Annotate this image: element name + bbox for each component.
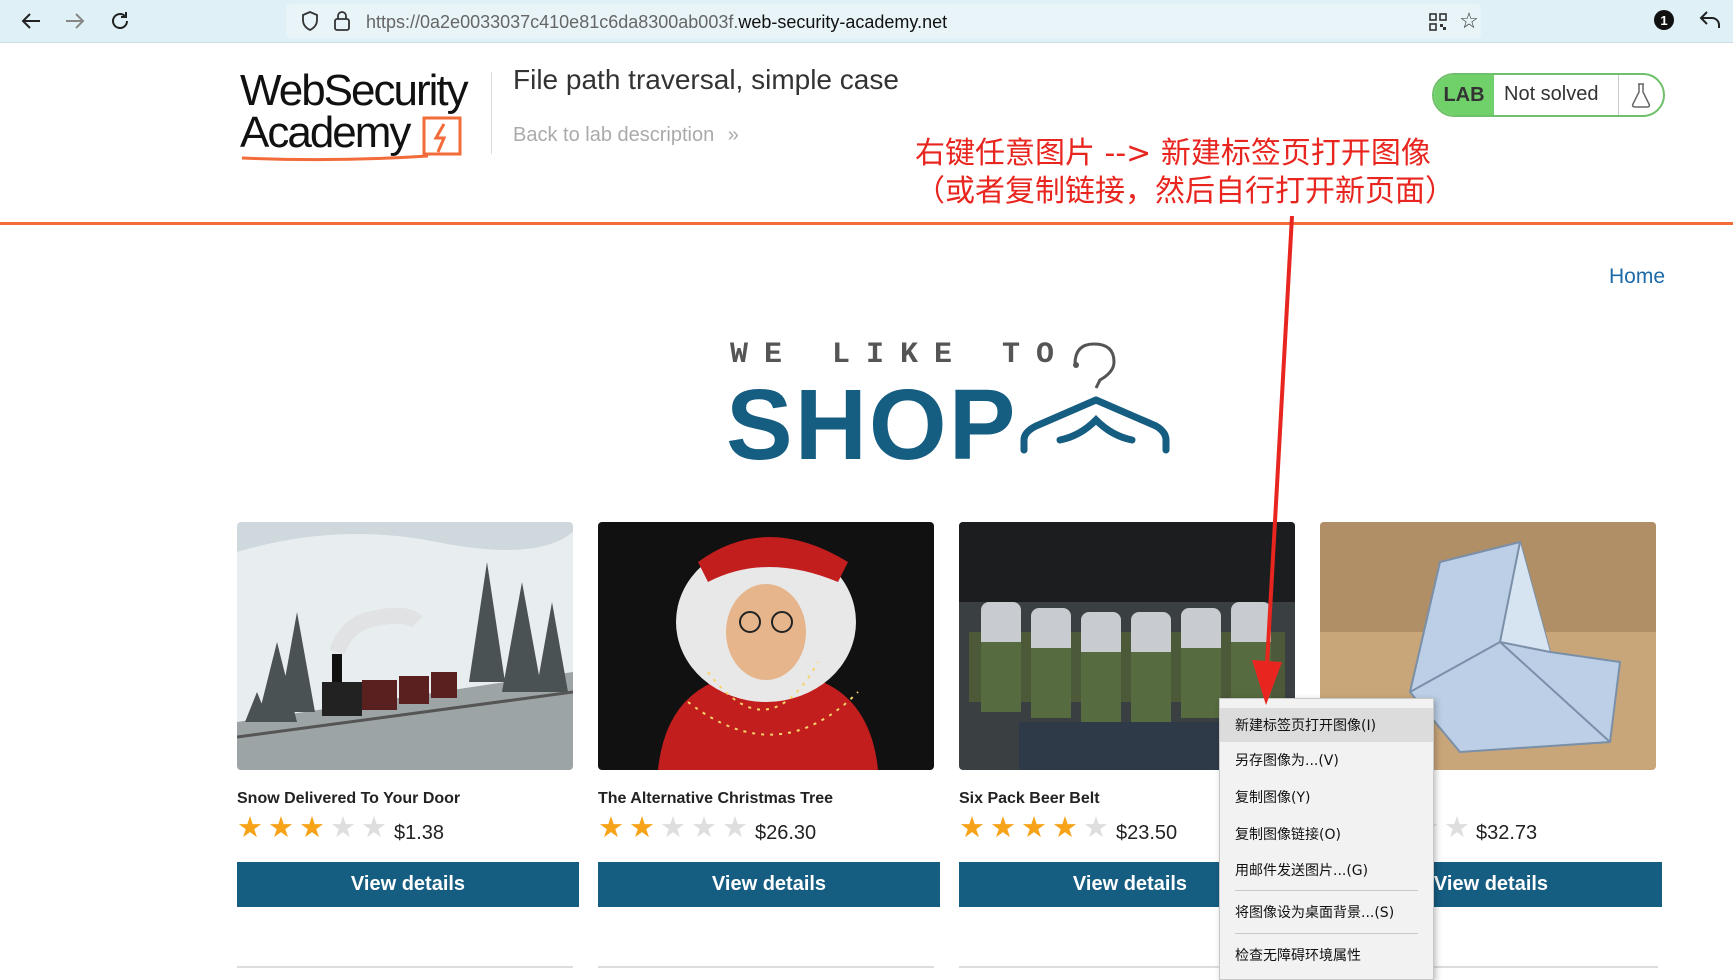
logo-mark-icon: [422, 116, 462, 156]
star-empty-icon: ★: [330, 812, 356, 844]
star-filled-icon: ★: [1021, 812, 1047, 844]
shield-icon[interactable]: [300, 11, 320, 31]
annotation-line-2: （或者复制链接，然后自行打开新页面）: [915, 174, 1455, 209]
undo-arrow-icon[interactable]: [1698, 8, 1722, 32]
lab-label: LAB: [1434, 75, 1494, 115]
header-divider: [491, 72, 492, 154]
banner-title: SHOP: [726, 369, 1018, 481]
christmas-tree-man-image[interactable]: [598, 522, 934, 770]
menu-separator: [1235, 933, 1418, 934]
forward-arrow-icon[interactable]: [60, 6, 90, 36]
hanger-icon: [1020, 342, 1170, 454]
email-image-item[interactable]: 用邮件发送图片...(G): [1220, 853, 1433, 887]
star-filled-icon: ★: [959, 812, 985, 844]
next-row-card-edge: [237, 966, 573, 968]
lab-status-widget: LAB Not solved: [1432, 73, 1665, 117]
bookmark-star-icon[interactable]: ☆: [1458, 8, 1480, 33]
back-arrow-icon[interactable]: [16, 6, 46, 36]
back-link-label: Back to lab description: [513, 124, 715, 146]
header-rule: [0, 222, 1733, 225]
star-empty-icon: ★: [660, 812, 686, 844]
address-bar[interactable]: https://0a2e0033037c410e81c6da8300ab003f…: [286, 4, 1481, 38]
set-as-desktop-background-item[interactable]: 将图像设为桌面背景...(S): [1220, 895, 1433, 929]
double-chevron-right-icon: »: [727, 124, 739, 146]
star-empty-icon: ★: [1444, 812, 1470, 844]
reload-icon[interactable]: [105, 6, 135, 36]
product-name: Snow Delivered To Your Door: [237, 790, 461, 807]
save-image-as-item[interactable]: 另存图像为...(V): [1220, 743, 1433, 777]
rating-stars: ★★★★★: [959, 812, 1114, 844]
star-empty-icon: ★: [361, 812, 387, 844]
open-image-in-new-tab-item[interactable]: 新建标签页打开图像(I): [1220, 708, 1433, 742]
star-empty-icon: ★: [722, 812, 748, 844]
image-context-menu: 新建标签页打开图像(I) 另存图像为...(V) 复制图像(Y) 复制图像链接(…: [1219, 698, 1434, 980]
star-filled-icon: ★: [990, 812, 1016, 844]
next-row-card-edge: [598, 966, 934, 968]
rating-stars: ★★★★★: [237, 812, 392, 844]
logo-underline-icon: [241, 154, 429, 162]
product-price: $1.38: [394, 822, 445, 844]
product-name: The Alternative Christmas Tree: [598, 790, 834, 807]
star-empty-icon: ★: [691, 812, 717, 844]
browser-toolbar: https://0a2e0033037c410e81c6da8300ab003f…: [0, 0, 1733, 43]
star-filled-icon: ★: [299, 812, 325, 844]
flask-icon: [1618, 75, 1663, 115]
home-link[interactable]: Home: [1609, 265, 1665, 289]
qr-code-icon[interactable]: [1428, 12, 1448, 32]
next-row-card-edge: [1432, 966, 1658, 968]
star-empty-icon: ★: [1083, 812, 1109, 844]
star-filled-icon: ★: [268, 812, 294, 844]
copy-image-item[interactable]: 复制图像(Y): [1220, 780, 1433, 814]
product-name: Six Pack Beer Belt: [959, 790, 1100, 807]
product-price: $32.73: [1476, 822, 1538, 844]
view-details-button[interactable]: View details: [237, 862, 579, 907]
next-row-card-edge: [959, 966, 1219, 968]
view-details-button[interactable]: View details: [598, 862, 940, 907]
star-filled-icon: ★: [237, 812, 263, 844]
lab-title: File path traversal, simple case: [513, 64, 899, 95]
inspect-accessibility-item[interactable]: 检查无障碍环境属性: [1220, 938, 1433, 972]
copy-image-link-item[interactable]: 复制图像链接(O): [1220, 817, 1433, 851]
url-text[interactable]: https://0a2e0033037c410e81c6da8300ab003f…: [366, 12, 947, 33]
url-domain: web-security-academy.net: [738, 12, 948, 32]
lock-icon[interactable]: [332, 11, 352, 31]
product-price: $26.30: [755, 822, 817, 844]
lab-status-text: Not solved: [1504, 83, 1599, 105]
web-security-academy-logo[interactable]: WebSecurity Academy: [240, 64, 490, 164]
snow-train-image[interactable]: [237, 522, 573, 770]
product-price: $23.50: [1116, 822, 1178, 844]
star-filled-icon: ★: [629, 812, 655, 844]
menu-separator: [1235, 890, 1418, 891]
back-to-lab-description-link[interactable]: Back to lab description »: [513, 124, 739, 147]
rating-stars: ★★★★★: [598, 812, 753, 844]
star-filled-icon: ★: [598, 812, 624, 844]
logo-line-2: Academy: [240, 108, 411, 157]
notification-badge[interactable]: 1: [1654, 10, 1674, 30]
star-filled-icon: ★: [1052, 812, 1078, 844]
url-prefix: https://0a2e0033037c410e81c6da8300ab003f…: [366, 12, 739, 32]
